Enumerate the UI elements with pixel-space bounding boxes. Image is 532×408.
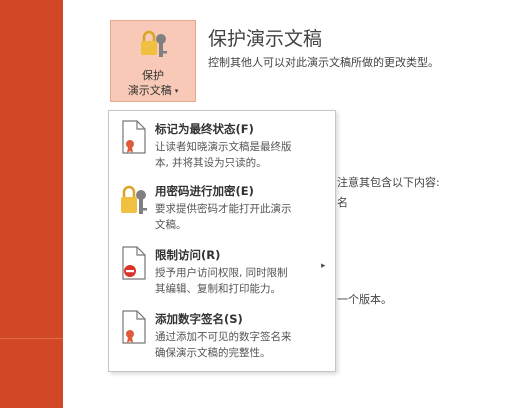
restrict-access-icon (122, 246, 146, 280)
page-title: 保护演示文稿 (208, 28, 323, 50)
digital-signature-icon (122, 310, 146, 344)
lock-key-icon (141, 30, 167, 57)
protect-button-label-2: 演示文稿 (127, 84, 172, 97)
protect-dropdown-menu: 标记为最终状态(F) 让读者知晓演示文稿是最终版 本, 并将其设为只读的。 用密… (108, 110, 336, 372)
menu-item-desc: 要求提供密码才能打开此演示 (155, 203, 292, 215)
backstage-sidebar (0, 0, 63, 408)
menu-item-desc: 确保演示文稿的完整性。 (155, 347, 271, 359)
menu-item-desc: 本, 并将其设为只读的。 (155, 157, 267, 169)
versions-text: 一个版本。 (337, 293, 392, 306)
menu-item-add-digital-signature[interactable]: 添加数字签名(S) 通过添加不可见的数字签名来 确保演示文稿的完整性。 (109, 305, 335, 367)
menu-item-desc: 文稿。 (155, 219, 187, 231)
menu-item-mark-as-final[interactable]: 标记为最终状态(F) 让读者知晓演示文稿是最终版 本, 并将其设为只读的。 (109, 115, 335, 177)
menu-item-title: 用密码进行加密(E) (155, 184, 254, 198)
menu-item-title: 标记为最终状态(F) (155, 122, 254, 136)
protect-presentation-button[interactable]: 保护 演示文稿 ▾ (110, 20, 196, 102)
final-document-icon (122, 120, 146, 154)
chevron-down-icon: ▾ (174, 87, 179, 95)
lock-key-icon (121, 185, 147, 214)
menu-item-desc: 授予用户访问权限, 同时限制 (155, 267, 288, 279)
menu-item-title: 限制访问(R) (155, 248, 221, 262)
inspect-text-1: 注意其包含以下内容: (337, 176, 440, 189)
menu-item-title: 添加数字签名(S) (155, 312, 243, 326)
menu-item-encrypt-with-password[interactable]: 用密码进行加密(E) 要求提供密码才能打开此演示 文稿。 (109, 177, 335, 239)
protect-button-label-1: 保护 (142, 69, 164, 82)
menu-item-desc: 通过添加不可见的数字签名来 (155, 331, 292, 343)
menu-item-desc: 其编辑、复制和打印能力。 (155, 283, 281, 295)
submenu-arrow-icon: ▸ (321, 261, 326, 271)
sidebar-divider (0, 338, 63, 339)
inspect-text-2: 名 (337, 196, 348, 209)
menu-item-restrict-access[interactable]: 限制访问(R) 授予用户访问权限, 同时限制 其编辑、复制和打印能力。 ▸ (109, 241, 335, 303)
menu-item-desc: 让读者知晓演示文稿是最终版 (155, 141, 292, 153)
page-description: 控制其他人可以对此演示文稿所做的更改类型。 (208, 56, 439, 69)
